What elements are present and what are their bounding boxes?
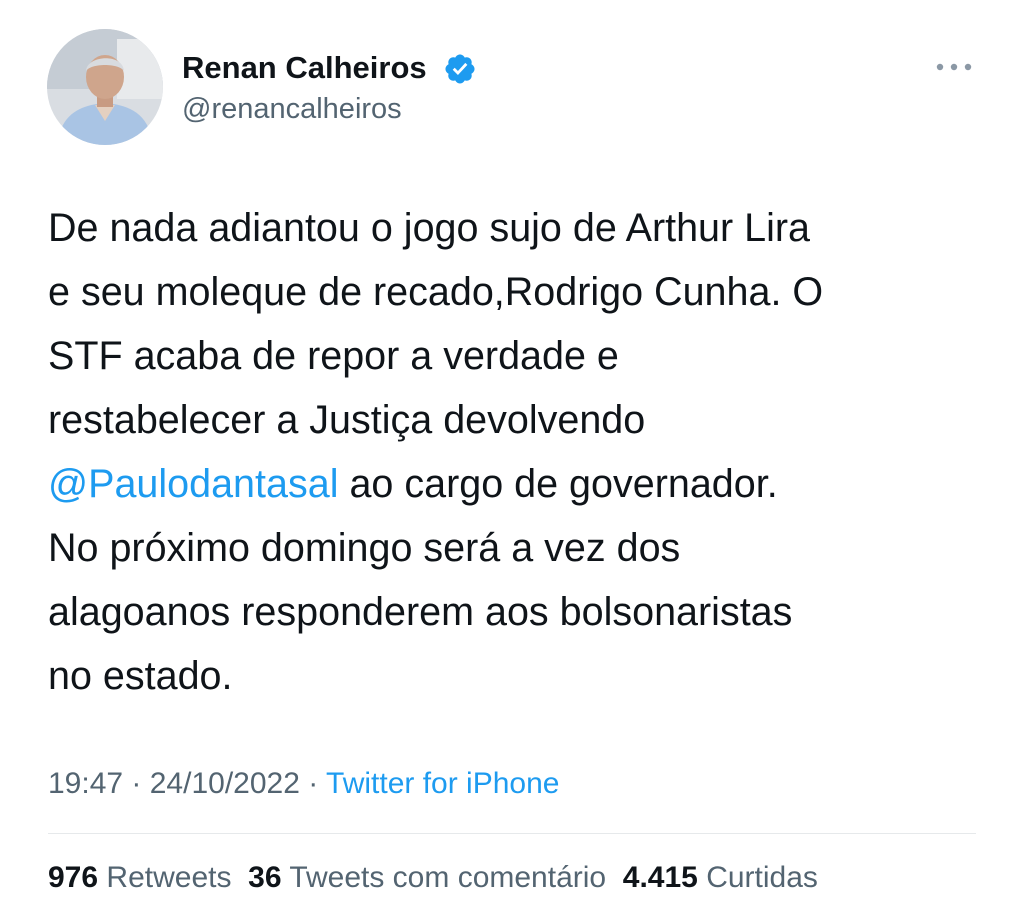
tweet-text: De nada adiantou o jogo sujo de Arthur L…	[48, 196, 988, 708]
tweet-line: STF acaba de repor a verdade e	[48, 334, 619, 378]
tweet-stats: 976 Retweets 36 Tweets com comentário 4.…	[48, 858, 818, 898]
quotes-count: 36	[248, 861, 282, 894]
more-options-button[interactable]	[931, 52, 977, 82]
tweet-date[interactable]: 24/10/2022	[150, 767, 300, 800]
likes-stat[interactable]: 4.415 Curtidas	[623, 861, 818, 894]
tweet-line: no estado.	[48, 654, 233, 698]
quotes-stat[interactable]: 36 Tweets com comentário	[248, 861, 606, 894]
meta-separator: ·	[123, 767, 150, 800]
retweets-count: 976	[48, 861, 99, 894]
tweet-line: @Paulodantasal ao cargo de governador.	[48, 462, 778, 506]
retweets-stat[interactable]: 976 Retweets	[48, 861, 231, 894]
tweet-source-link[interactable]: Twitter for iPhone	[326, 767, 559, 800]
tweet-line: De nada adiantou o jogo sujo de Arthur L…	[48, 206, 811, 250]
likes-label: Curtidas	[706, 861, 818, 894]
avatar[interactable]	[47, 29, 163, 145]
tweet-line: alagoanos responderem aos bolsonaristas	[48, 590, 793, 634]
quotes-label: Tweets com comentário	[289, 861, 607, 894]
meta-separator: ·	[299, 767, 327, 800]
profile-photo	[47, 29, 163, 145]
retweets-label: Retweets	[106, 861, 232, 894]
tweet-line: No próximo domingo será a vez dos	[48, 526, 681, 570]
tweet-line: restabelecer a Justiça devolvendo	[48, 398, 646, 442]
more-horizontal-icon	[936, 63, 972, 71]
verified-badge-icon	[443, 52, 477, 86]
author-handle[interactable]: @renancalheiros	[182, 90, 402, 128]
author-display-name[interactable]: Renan Calheiros	[182, 48, 427, 88]
tweet-meta: 19:47 · 24/10/2022 · Twitter for iPhone	[48, 764, 559, 804]
divider	[48, 833, 976, 834]
tweet-time[interactable]: 19:47	[48, 767, 123, 800]
tweet-line: e seu moleque de recado,Rodrigo Cunha. O	[48, 270, 824, 314]
mention-link[interactable]: @Paulodantasal	[48, 462, 338, 506]
likes-count: 4.415	[622, 861, 698, 894]
